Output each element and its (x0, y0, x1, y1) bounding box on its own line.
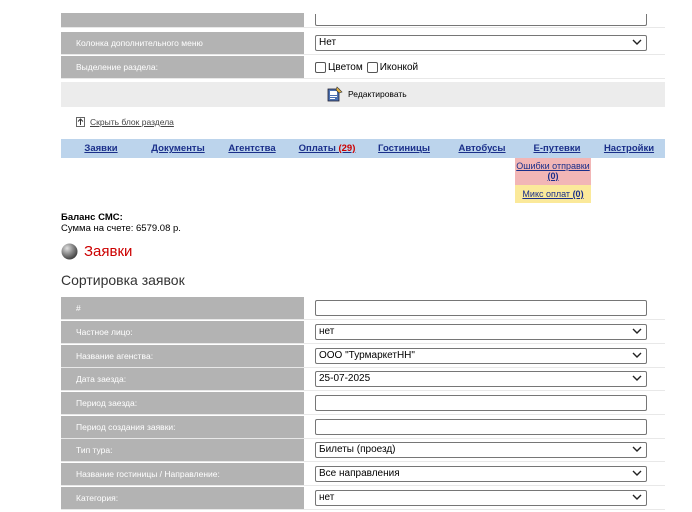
filter-tour-type-row: Тип тура: Билеты (проезд) (61, 439, 665, 462)
mix-count: (0) (572, 189, 584, 199)
select-value: Нет (319, 37, 337, 48)
row-value (315, 13, 665, 27)
row-label: Дата заезда: (61, 368, 304, 390)
partial-input[interactable] (315, 14, 647, 26)
filter-private-person-row: Частное лицо: нет (61, 321, 665, 344)
hide-block-label: Скрыть блок раздела (90, 117, 174, 127)
section-title-text: Заявки (84, 243, 133, 260)
select-value: Все направления (319, 468, 400, 479)
extra-menu-select[interactable]: Нет (315, 35, 647, 51)
row-label: Тип тура: (61, 439, 304, 461)
row-value: Все направления (315, 463, 665, 485)
tab-buses[interactable]: Автобусы (443, 139, 521, 158)
chevron-down-icon (632, 470, 642, 476)
select-value: нет (319, 492, 335, 503)
tab-agencies[interactable]: Агентства (215, 139, 289, 158)
row-label: Колонка дополнительного меню (61, 32, 304, 54)
row-value: нет (315, 321, 665, 343)
row-label: Выделение раздела: (61, 56, 304, 78)
errors-label: Ошибки отправки (516, 161, 590, 171)
edit-label: Редактировать (348, 89, 407, 99)
tab-label: Оплаты (298, 143, 336, 154)
select-value: Билеты (проезд) (319, 444, 396, 455)
sort-title: Сортировка заявок (61, 272, 185, 288)
row-value (315, 392, 665, 414)
row-value (315, 416, 665, 438)
section-title: Заявки (61, 243, 132, 260)
payments-count-badge: (29) (338, 143, 356, 154)
select-value: 25-07-2025 (319, 373, 371, 384)
row-value: 25-07-2025 (315, 368, 665, 390)
checkbox-label: Цветом (328, 61, 363, 73)
filter-created-period-row: Период создания заявки: (61, 416, 665, 439)
hide-block-link[interactable]: Скрыть блок раздела (76, 117, 174, 127)
filter-category-select[interactable]: нет (315, 490, 647, 506)
row-label: Название агенства: (61, 345, 304, 367)
chevron-down-icon (632, 446, 642, 452)
edit-bar: Редактировать (61, 82, 665, 107)
icon-checkbox[interactable] (366, 61, 378, 73)
tab-documents[interactable]: Документы (141, 139, 215, 158)
row-value: нет (315, 487, 665, 509)
tab-e-vouchers[interactable]: E-путевки (521, 139, 593, 158)
sms-balance-title: Баланс СМС: (61, 212, 123, 223)
form-row-section-highlight: Выделение раздела: Цветом Иконкой (61, 56, 665, 79)
main-nav-tabs: Заявки Документы Агентства Оплаты (29) Г… (61, 139, 665, 158)
select-value: нет (319, 326, 335, 337)
row-value (315, 297, 665, 319)
filter-arrival-date-row: Дата заезда: 25-07-2025 (61, 368, 665, 391)
filter-number-row: # (61, 297, 665, 320)
filter-arrival-period-row: Период заезда: (61, 392, 665, 415)
row-value: Билеты (проезд) (315, 439, 665, 461)
tab-payments[interactable]: Оплаты (29) (289, 139, 365, 158)
row-label: Период создания заявки: (61, 416, 304, 438)
row-label: # (61, 297, 304, 319)
filter-hotel-direction-select[interactable]: Все направления (315, 466, 647, 482)
tab-hotels[interactable]: Гостиницы (365, 139, 443, 158)
collapse-up-icon (76, 117, 85, 127)
filter-agency-name-select[interactable]: ООО "ТурмаркетНН" (315, 348, 647, 364)
row-label (61, 13, 304, 27)
tab-zayavki[interactable]: Заявки (61, 139, 141, 158)
send-errors-link[interactable]: Ошибки отправки (0) (515, 158, 591, 185)
chevron-down-icon (632, 494, 642, 500)
filter-arrival-period-input[interactable] (315, 395, 647, 411)
sms-balance-amount: Сумма на счете: 6579.08 р. (61, 223, 181, 234)
select-value: ООО "ТурмаркетНН" (319, 350, 415, 361)
filter-hotel-direction-row: Название гостиницы / Направление: Все нап… (61, 463, 665, 486)
tab-settings[interactable]: Настройки (593, 139, 665, 158)
filter-tour-type-select[interactable]: Билеты (проезд) (315, 442, 647, 458)
sphere-bullet-icon (61, 243, 78, 260)
mixed-payments-link[interactable]: Микс оплат (0) (515, 185, 591, 203)
chevron-down-icon (632, 352, 642, 358)
row-label: Название гостиницы / Направление: (61, 463, 304, 485)
mix-label: Микс оплат (522, 189, 571, 199)
filter-agency-name-row: Название агенства: ООО "ТурмаркетНН" (61, 345, 665, 368)
edit-icon (327, 86, 343, 102)
filter-number-input[interactable] (315, 300, 647, 316)
form-row-partial (61, 13, 665, 28)
checkbox-label: Иконкой (379, 61, 419, 73)
row-label: Частное лицо: (61, 321, 304, 343)
filter-private-person-select[interactable]: нет (315, 324, 647, 340)
edit-button[interactable]: Редактировать (327, 86, 407, 102)
chevron-down-icon (632, 375, 642, 381)
chevron-down-icon (632, 39, 642, 45)
errors-count: (0) (547, 171, 559, 181)
form-row-extra-menu: Колонка дополнительного меню Нет (61, 32, 665, 55)
chevron-down-icon (632, 328, 642, 334)
filter-arrival-date-select[interactable]: 25-07-2025 (315, 371, 647, 387)
row-value: ООО "ТурмаркетНН" (315, 345, 665, 367)
filter-created-period-input[interactable] (315, 419, 647, 435)
row-label: Период заезда: (61, 392, 304, 414)
row-label: Категория: (61, 487, 304, 509)
color-checkbox[interactable] (315, 61, 326, 73)
filter-category-row: Категория: нет (61, 487, 665, 510)
